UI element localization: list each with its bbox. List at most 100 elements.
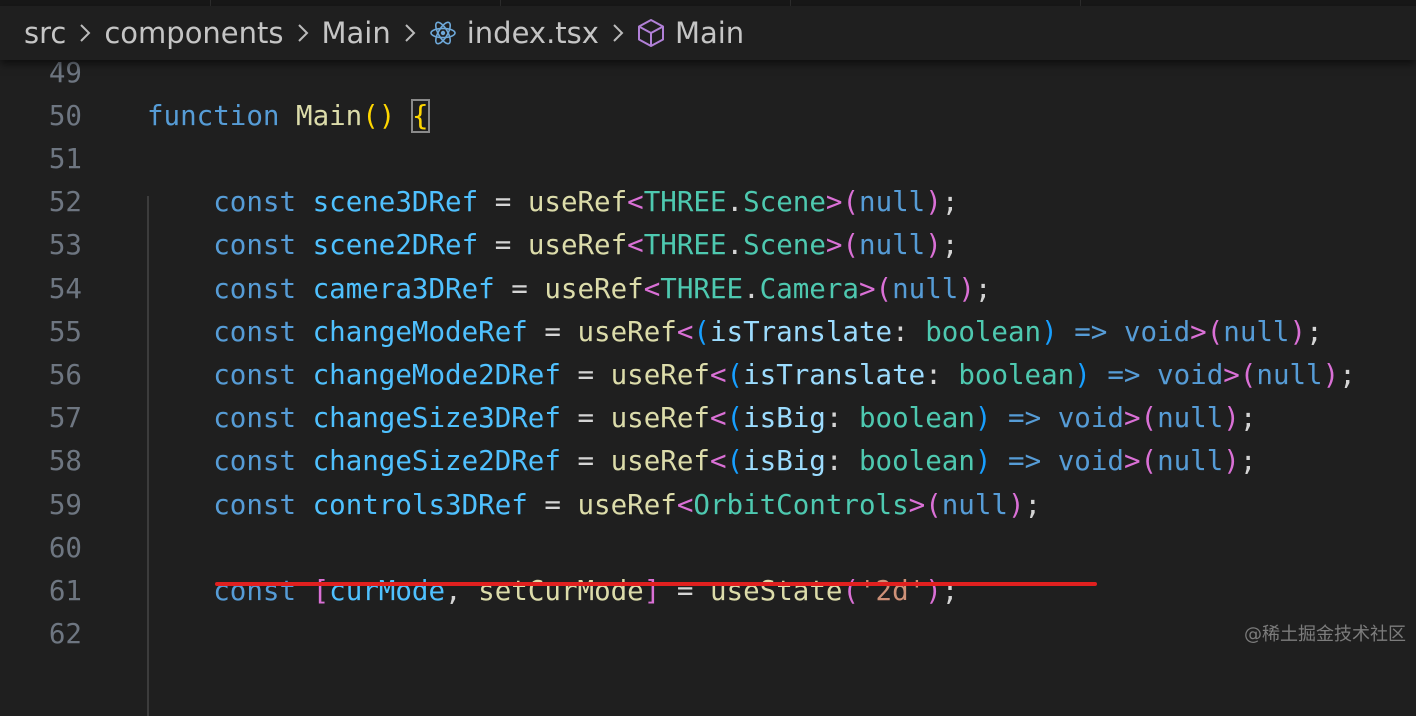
code-line: 50 function Main() {: [0, 94, 1416, 137]
line-number: 53: [48, 229, 82, 262]
line-number: 55: [48, 315, 82, 348]
code-token: =>: [991, 402, 1058, 435]
code-token: >: [825, 186, 843, 219]
code-token: .: [743, 272, 760, 305]
code-token: (: [842, 574, 859, 607]
code-token: null: [1223, 315, 1290, 348]
code-token: :: [825, 445, 859, 478]
code-token: (: [925, 488, 942, 521]
code-token: <: [627, 229, 644, 262]
line-number: 60: [48, 531, 82, 564]
code-token: function: [147, 99, 280, 132]
line-number: 61: [48, 574, 82, 607]
code-token: Main: [296, 99, 363, 132]
code-token: const: [147, 229, 297, 262]
line-number: 58: [48, 445, 82, 478]
code-token: controls3DRef: [312, 488, 528, 521]
code-token: THREE: [643, 229, 727, 262]
code-token: >: [825, 229, 843, 262]
breadcrumb-label: components: [104, 16, 284, 50]
line-number: 50: [48, 99, 82, 132]
code-text: const camera3DRef = useRef<THREE.Camera>…: [147, 273, 991, 305]
code-token: ;: [941, 229, 959, 262]
code-line: 57 const changeSize3DRef = useRef<(isBig…: [0, 397, 1416, 440]
code-token: <: [709, 445, 727, 478]
breadcrumb-item[interactable]: index.tsx: [429, 16, 599, 50]
code-token: scene3DRef: [312, 186, 479, 219]
code-token: ): [974, 445, 992, 478]
code-token: .: [726, 186, 744, 219]
code-token: >: [858, 272, 876, 305]
code-token: THREE: [660, 272, 744, 305]
line-number: 51: [48, 142, 82, 175]
code-token: null: [941, 488, 1008, 521]
breadcrumb-item[interactable]: src: [24, 16, 66, 50]
code-token: useRef: [527, 186, 628, 219]
code-token: isTranslate: [743, 358, 926, 391]
line-number: 59: [48, 488, 82, 521]
code-token: =: [527, 488, 578, 521]
code-token: ): [1223, 445, 1240, 478]
breadcrumb-label: src: [24, 16, 67, 50]
chevron-right-icon: [78, 22, 92, 44]
code-token: ): [974, 402, 992, 435]
code-token: null: [859, 229, 926, 262]
code-token: ]: [643, 574, 661, 607]
code-token: ;: [1239, 445, 1257, 478]
code-token: boolean: [958, 358, 1075, 391]
code-line: 58 const changeSize2DRef = useRef<(isBig…: [0, 440, 1416, 483]
code-token: (: [726, 402, 744, 435]
code-token: =: [494, 272, 545, 305]
code-token: =: [560, 358, 611, 391]
code-token: const: [147, 445, 297, 478]
code-token: useRef: [610, 402, 710, 435]
code-token: =: [478, 229, 528, 262]
code-token: useRef: [577, 488, 677, 521]
code-token: =: [478, 186, 528, 219]
code-token: (): [362, 99, 396, 132]
code-line: 53 const scene2DRef = useRef<THREE.Scene…: [0, 224, 1416, 267]
code-token: boolean: [925, 315, 1042, 348]
code-line: 55 const changeModeRef = useRef<(isTrans…: [0, 310, 1416, 353]
code-token: >: [908, 488, 926, 521]
code-token: (: [1239, 358, 1257, 391]
code-token: >: [1223, 358, 1240, 391]
breadcrumb-item[interactable]: components: [104, 16, 283, 50]
code-token: useRef: [544, 272, 644, 305]
code-line: 56 const changeMode2DRef = useRef<(isTra…: [0, 353, 1416, 396]
code-token: ): [1223, 402, 1240, 435]
code-token: isBig: [743, 445, 826, 478]
code-text: const changeModeRef = useRef<(isTranslat…: [147, 315, 1322, 348]
code-token: ): [1007, 488, 1025, 521]
code-token: <: [676, 315, 694, 348]
code-token: ;: [1339, 358, 1356, 391]
watermark: @稀土掘金技术社区: [1244, 624, 1406, 645]
code-token: >: [1123, 402, 1141, 435]
code-token: <: [643, 272, 661, 305]
code-text: const changeSize2DRef = useRef<(isBig: b…: [147, 445, 1256, 477]
code-token: curMode: [329, 574, 446, 607]
code-token: ;: [974, 272, 992, 305]
breadcrumb-item[interactable]: Main: [637, 16, 744, 50]
code-text: const scene2DRef = useRef<THREE.Scene>(n…: [147, 229, 958, 261]
code-token: const: [147, 272, 297, 305]
code-token: =>: [991, 445, 1058, 478]
code-token: void: [1123, 315, 1191, 348]
code-line: 62: [0, 613, 1416, 656]
code-editor[interactable]: 49 50 function Main() {51 52 const scene3DR…: [0, 56, 1416, 716]
breadcrumb-label: Main: [674, 16, 745, 50]
cube-icon: [637, 18, 665, 48]
code-token: =: [527, 315, 578, 348]
breadcrumb-item[interactable]: Main: [322, 16, 391, 50]
code-token: :: [825, 402, 859, 435]
code-token: ;: [941, 574, 959, 607]
code-token: scene2DRef: [312, 229, 479, 262]
highlight-underline: [215, 582, 1097, 586]
code-token: :: [925, 358, 959, 391]
chevron-right-icon: [403, 22, 417, 44]
